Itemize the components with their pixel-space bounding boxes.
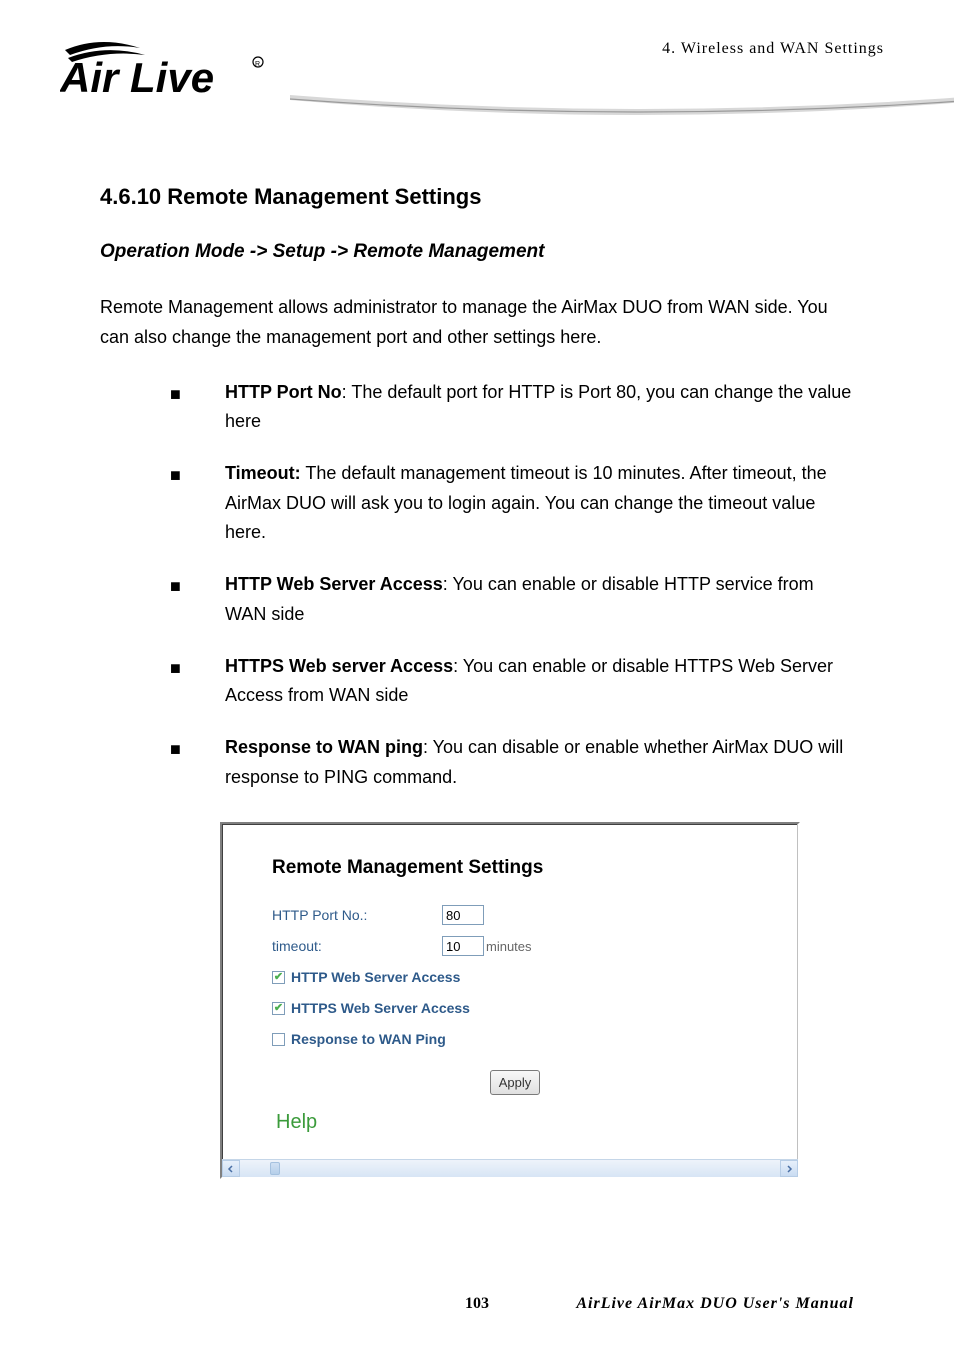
https-web-checkbox-row[interactable]: ✔ HTTPS Web Server Access [272,998,758,1019]
breadcrumb-path: Operation Mode -> Setup -> Remote Manage… [100,238,854,267]
scroll-left-button[interactable] [222,1160,240,1177]
http-port-row: HTTP Port No.: [272,905,758,926]
bullet-http-port: HTTP Port No: The default port for HTTP … [170,378,854,437]
bullet-timeout: Timeout: The default management timeout … [170,459,854,548]
remote-management-panel: Remote Management Settings HTTP Port No.… [220,822,800,1179]
bullet-wan-ping: Response to WAN ping: You can disable or… [170,733,854,792]
svg-text:R: R [255,61,260,68]
checkbox-icon[interactable]: ✔ [272,971,285,984]
http-port-label: HTTP Port No.: [272,905,442,926]
bullet-term: HTTP Port No [225,382,342,402]
timeout-row: timeout: minutes [272,936,758,957]
scroll-thumb[interactable] [270,1162,280,1175]
timeout-input[interactable] [442,936,484,956]
section-label: 4. Wireless and WAN Settings [662,40,884,58]
content-area: 4.6.10 Remote Management Settings Operat… [0,120,954,1179]
panel-title: Remote Management Settings [272,854,758,883]
checkbox-icon[interactable] [272,1033,285,1046]
page-number: 103 [465,1295,489,1313]
bullet-term: Response to WAN ping [225,737,423,757]
horizontal-scrollbar[interactable] [222,1159,798,1177]
scroll-track[interactable] [240,1160,780,1177]
page-header: Air Live R 4. Wireless and WAN Settings [0,0,954,120]
intro-paragraph: Remote Management allows administrator t… [100,292,854,353]
http-port-input[interactable] [442,905,484,925]
http-web-checkbox-row[interactable]: ✔ HTTP Web Server Access [272,967,758,988]
airlive-logo: Air Live R [60,30,280,110]
checkbox-icon[interactable]: ✔ [272,1002,285,1015]
checkbox-label: HTTP Web Server Access [291,967,460,988]
timeout-label: timeout: [272,936,442,957]
svg-text:Air Live: Air Live [60,54,214,101]
bullet-desc: The default management timeout is 10 min… [225,463,827,542]
bullet-term: Timeout: [225,463,301,483]
bullet-https-web: HTTPS Web server Access: You can enable … [170,652,854,711]
apply-button[interactable]: Apply [490,1070,541,1096]
header-divider-swoosh [290,95,954,125]
section-heading: 4.6.10 Remote Management Settings [100,180,854,213]
wan-ping-checkbox-row[interactable]: Response to WAN Ping [272,1029,758,1050]
bullet-term: HTTP Web Server Access [225,574,443,594]
checkbox-label: Response to WAN Ping [291,1029,446,1050]
bullet-http-web: HTTP Web Server Access: You can enable o… [170,570,854,629]
help-link[interactable]: Help [276,1107,758,1137]
checkbox-label: HTTPS Web Server Access [291,998,470,1019]
manual-title: AirLive AirMax DUO User's Manual [576,1295,854,1313]
scroll-right-button[interactable] [780,1160,798,1177]
bullet-term: HTTPS Web server Access [225,656,453,676]
bullet-list: HTTP Port No: The default port for HTTP … [100,378,854,793]
timeout-unit: minutes [486,937,532,957]
